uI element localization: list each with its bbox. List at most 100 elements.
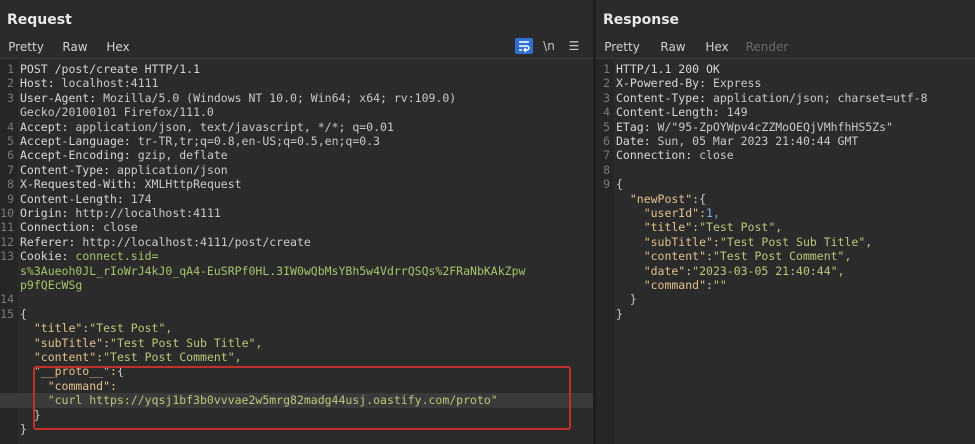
code-value: XMLHttpRequest xyxy=(137,177,242,192)
code-line: 7 Content-Type: application/json xyxy=(0,163,593,177)
code-key: Content-Type: xyxy=(616,90,707,105)
word-wrap-icon[interactable] xyxy=(515,38,533,54)
tab-pretty[interactable]: Pretty xyxy=(6,38,46,60)
code-value: 174 xyxy=(123,191,152,206)
code-value: "Test Post Comment", xyxy=(103,350,242,364)
code-line: "userId":1, xyxy=(596,206,975,220)
line-number: 1 xyxy=(7,62,14,76)
menu-icon[interactable]: ☰ xyxy=(567,38,581,56)
code-line: 8 X-Requested-With: XMLHttpRequest xyxy=(0,177,593,191)
code-line: 15 { xyxy=(0,307,593,321)
show-newlines-button[interactable]: \n xyxy=(541,38,557,56)
code-line: "subTitle":"Test Post Sub Title", xyxy=(596,235,975,249)
code-line: } xyxy=(0,422,593,436)
tab-hex[interactable]: Hex xyxy=(103,38,133,58)
response-editor[interactable]: 1 HTTP/1.1 200 OK 2 X-Powered-By: Express 3 C… xyxy=(596,59,975,444)
code-line: 4 Accept: application/json, text/javascri… xyxy=(0,120,593,134)
code-value: p9fQEcWSg xyxy=(20,278,83,292)
code-key: } xyxy=(20,407,41,422)
code-key: "content": xyxy=(616,249,713,264)
code-line: 8 xyxy=(596,163,975,177)
code-value: Sun, 05 Mar 2023 21:40:44 GMT xyxy=(650,134,859,148)
code-key: X-Requested-With: xyxy=(20,177,138,192)
code-line: "date":"2023-03-05 21:40:44", xyxy=(596,264,975,278)
code-value: http://localhost:4111 xyxy=(68,206,221,220)
code-key: Origin: xyxy=(20,206,69,220)
tab-raw[interactable]: Raw xyxy=(656,38,690,58)
line-number: 9 xyxy=(603,177,610,192)
line-number: 3 xyxy=(603,90,610,105)
code-key: Connection: xyxy=(20,220,97,235)
code-value: application/json, text/javascript, */*; … xyxy=(68,119,394,134)
code-value: localhost:4111 xyxy=(54,76,159,91)
code-line: 5 ETag: W/"95-ZpOYWpv4cZZMoOEQjVMhfhHS5Zs… xyxy=(596,120,975,134)
line-number: 11 xyxy=(0,220,14,235)
code-value: application/json; charset=utf-8 xyxy=(706,90,928,105)
line-number: 7 xyxy=(603,148,610,163)
code-key: "newPost": xyxy=(616,191,700,206)
code-value: W/"95-ZpOYWpv4cZZMoOEQjVMhfhHS5Zs" xyxy=(650,119,893,134)
code-key: ETag: xyxy=(616,119,651,134)
line-number: 2 xyxy=(603,76,610,91)
request-editor[interactable]: 1 POST /post/create HTTP/1.1 2 Host: localh… xyxy=(0,59,593,444)
code-line: } xyxy=(596,307,975,321)
code-key: Referer: xyxy=(20,234,76,249)
code-key: Cookie: xyxy=(20,249,69,264)
line-number: 7 xyxy=(7,162,14,177)
code-key: { xyxy=(616,177,623,192)
code-line: 1 HTTP/1.1 200 OK xyxy=(596,62,975,76)
code-value: Gecko/20100101 Firefox/111.0 xyxy=(20,105,214,120)
code-value: gzip, deflate xyxy=(130,148,228,163)
tab-raw[interactable]: Raw xyxy=(58,38,92,58)
code-key: "date": xyxy=(616,263,693,278)
code-key: Date: xyxy=(616,134,651,148)
code-line: 6 Date: Sun, 05 Mar 2023 21:40:44 GMT xyxy=(596,134,975,148)
code-key: } xyxy=(616,306,623,321)
code-value: "curl https://yqsj1bf3b0vvvae2w5mrg82mad… xyxy=(20,393,498,408)
code-line: p9fQEcWSg xyxy=(0,278,593,292)
request-toolbar: \n ☰ xyxy=(515,38,585,56)
code-line: 3 User-Agent: Mozilla/5.0 (Windows NT 10.… xyxy=(0,91,593,105)
code-key: "subTitle": xyxy=(616,234,720,249)
code-line: 10 Origin: http://localhost:4111 xyxy=(0,206,593,220)
tab-pretty[interactable]: Pretty xyxy=(602,38,642,60)
line-number: 8 xyxy=(7,177,14,192)
code-value: close xyxy=(96,220,138,235)
line-number: 6 xyxy=(7,148,14,163)
request-pane: Request Pretty Raw Hex \n ☰ 1 POST /post/… xyxy=(0,0,593,444)
line-number: 5 xyxy=(603,119,610,134)
code-line: 2 X-Powered-By: Express xyxy=(596,76,975,90)
line-number: 10 xyxy=(0,206,14,220)
code-key: Accept-Encoding: xyxy=(20,148,131,163)
code-line: 2 Host: localhost:4111 xyxy=(0,76,593,90)
code-line: } xyxy=(0,408,593,422)
code-line: 12 Referer: http://localhost:4111/post/cr… xyxy=(0,235,593,249)
code-line: "title":"Test Post", xyxy=(596,220,975,234)
code-value: s%3Aueoh0JL_rIoWrJ4kJ0_qA4-EuSRPf0HL.3IW… xyxy=(20,263,526,278)
code-line: "curl https://yqsj1bf3b0vvvae2w5mrg82mad… xyxy=(0,393,593,408)
code-line: } xyxy=(596,292,975,306)
code-line: s%3Aueoh0JL_rIoWrJ4kJ0_qA4-EuSRPf0HL.3IW… xyxy=(0,264,593,278)
code-value: 1, xyxy=(706,206,720,220)
code-line: "command": xyxy=(0,379,593,393)
code-key: Content-Length: xyxy=(20,191,124,206)
code-key: HTTP/1.1 200 OK xyxy=(616,62,720,76)
code-value: 149 xyxy=(719,105,748,120)
code-line: 14 xyxy=(0,292,593,306)
code-line: 9 Content-Length: 174 xyxy=(0,192,593,206)
code-key: "command": xyxy=(616,278,713,292)
line-number: 1 xyxy=(603,62,610,76)
code-value: "" xyxy=(712,278,727,292)
code-key: Content-Type: xyxy=(20,162,111,177)
line-number: 4 xyxy=(603,105,610,120)
tab-hex[interactable]: Hex xyxy=(702,38,732,58)
line-number: 14 xyxy=(0,292,14,307)
code-line: 6 Accept-Encoding: gzip, deflate xyxy=(0,148,593,162)
code-value: http://localhost:4111/post/create xyxy=(75,234,311,249)
code-line: 1 POST /post/create HTTP/1.1 xyxy=(0,62,593,76)
line-number: 15 xyxy=(0,306,14,321)
code-value: "Test Post Comment", xyxy=(712,249,852,264)
code-key: "content": xyxy=(20,350,104,364)
line-number: 3 xyxy=(7,90,14,105)
code-value: close xyxy=(692,148,734,163)
